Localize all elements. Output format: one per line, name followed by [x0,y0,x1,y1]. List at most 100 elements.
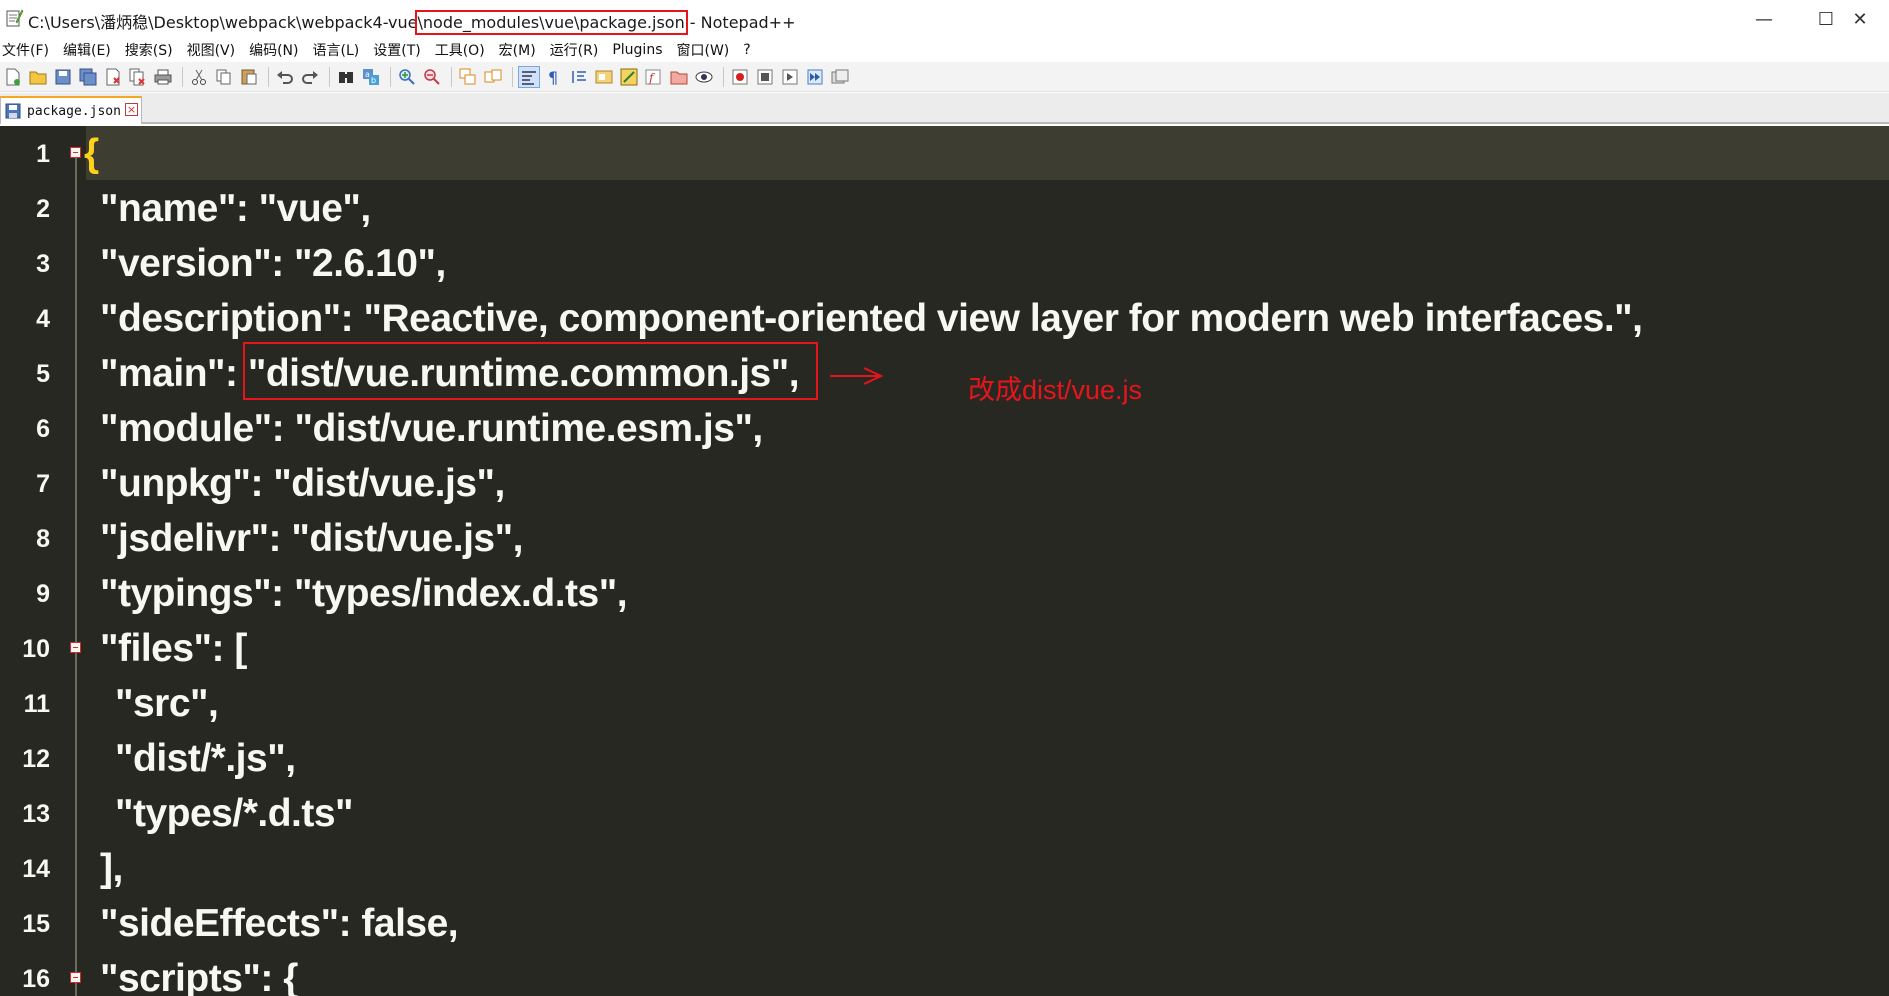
new-file-icon[interactable] [2,66,24,88]
function-list-icon[interactable] [618,66,640,88]
menu-macro[interactable]: 宏(M) [499,40,536,60]
saved-file-icon [5,103,21,119]
svg-text:¶: ¶ [548,69,558,85]
menu-edit[interactable]: 编辑(E) [63,40,111,60]
code-line: 3 "version": "2.6.10", [0,236,1889,291]
play-macro-icon[interactable] [779,66,801,88]
title-path-prefix: C:\Users\潘炳稳\Desktop\webpack\webpack4-vu… [28,13,418,32]
copy-icon[interactable] [213,66,235,88]
toolbar-separator [329,66,330,87]
fold-toggle-icon[interactable] [70,642,81,653]
stop-macro-icon[interactable] [754,66,776,88]
print-icon[interactable] [152,66,174,88]
code-line: 14 ], [0,841,1889,896]
line-number: 15 [22,910,50,938]
code-text: "files": [ [100,627,247,670]
annotation-arrow-icon [830,367,884,385]
open-file-icon[interactable] [27,66,49,88]
save-icon[interactable] [52,66,74,88]
toolbar-separator [512,66,513,87]
close-all-icon[interactable] [127,66,149,88]
line-number: 9 [36,580,50,608]
word-wrap-icon[interactable] [518,65,540,88]
title-path-highlight: \node_modules\vue\package.json [414,10,688,35]
line-number: 5 [36,360,50,388]
editor[interactable]: 1 { 2 "name": "vue", 3 "version": "2.6.1… [0,126,1889,996]
title-bar: C:\Users\潘炳稳\Desktop\webpack\webpack4-vu… [0,0,1889,38]
line-number: 12 [22,745,50,773]
function-icon[interactable]: f [643,66,665,88]
code-text: "jsdelivr": "dist/vue.js", [100,517,523,560]
sync-vertical-icon[interactable] [457,66,479,88]
toolbar-separator [390,66,391,87]
toolbar-separator [182,66,183,87]
cut-icon[interactable] [188,66,210,88]
indent-guide-icon[interactable] [568,66,590,88]
doc-map-icon[interactable] [593,66,615,88]
code-line: 2 "name": "vue", [0,181,1889,236]
menu-bar: 文件(F) 编辑(E) 搜索(S) 视图(V) 编码(N) 语言(L) 设置(T… [0,38,1889,62]
record-macro-icon[interactable] [729,66,751,88]
fold-toggle-icon[interactable] [70,972,81,983]
toolbar-separator [723,66,724,87]
line-number: 10 [22,635,50,663]
minimize-button[interactable]: — [1735,0,1793,38]
code-line: 4 "description": "Reactive, component-or… [0,291,1889,346]
tab-package-json[interactable]: package.json × [0,96,142,124]
zoom-out-icon[interactable] [421,66,443,88]
code-text: "module": "dist/vue.runtime.esm.js", [100,407,763,450]
menu-settings[interactable]: 设置(T) [373,40,420,60]
paste-icon[interactable] [238,66,260,88]
menu-view[interactable]: 视图(V) [187,40,236,60]
menu-search[interactable]: 搜索(S) [125,40,173,60]
code-text: { [84,132,99,175]
menu-file[interactable]: 文件(F) [2,40,49,60]
line-number: 4 [36,305,50,333]
save-all-icon[interactable] [77,66,99,88]
line-number: 6 [36,415,50,443]
code-text: "types/*.d.ts" [115,792,354,835]
zoom-in-icon[interactable] [396,66,418,88]
save-macro-icon[interactable] [829,66,851,88]
toolbar-separator [451,66,452,87]
line-number: 11 [23,690,50,718]
run-macro-multiple-icon[interactable] [804,66,826,88]
code-text: "scripts": { [100,957,298,996]
menu-help[interactable]: ? [743,42,750,58]
code-text: "src", [115,682,219,725]
undo-icon[interactable] [274,66,296,88]
line-number: 16 [22,965,50,993]
close-icon[interactable] [102,66,124,88]
annotation-highlight-box [243,342,818,400]
toolbar: ab ¶ f [0,62,1889,92]
folder-workspace-icon[interactable] [668,66,690,88]
find-icon[interactable] [335,66,357,88]
code-text: "dist/*.js", [115,737,296,780]
line-number: 2 [36,195,50,223]
sync-horizontal-icon[interactable] [482,66,504,88]
code-text: "typings": "types/index.d.ts", [100,572,628,615]
close-window-button[interactable]: ✕ [1831,0,1889,38]
code-line: 7 "unpkg": "dist/vue.js", [0,456,1889,511]
replace-icon[interactable]: ab [360,66,382,88]
show-all-chars-icon[interactable]: ¶ [543,66,565,88]
line-number: 8 [36,525,50,553]
menu-run[interactable]: 运行(R) [550,40,599,60]
window-title: C:\Users\潘炳稳\Desktop\webpack\webpack4-vu… [28,9,795,35]
redo-icon[interactable] [299,66,321,88]
menu-tools[interactable]: 工具(O) [435,40,485,60]
code-line: 13 "types/*.d.ts" [0,786,1889,841]
menu-encoding[interactable]: 编码(N) [249,40,298,60]
fold-toggle-icon[interactable] [70,147,81,158]
code-line: 10 "files": [ [0,621,1889,676]
menu-plugins[interactable]: Plugins [612,42,662,58]
line-number: 13 [22,800,50,828]
code-text: "description": "Reactive, component-orie… [100,297,1643,340]
tab-close-button[interactable]: × [125,103,138,116]
menu-language[interactable]: 语言(L) [313,40,360,60]
line-number: 14 [22,855,50,883]
menu-window[interactable]: 窗口(W) [677,40,730,60]
monitor-icon[interactable] [693,66,715,88]
code-text: "sideEffects": false, [100,902,459,945]
code-text: ], [100,847,123,890]
